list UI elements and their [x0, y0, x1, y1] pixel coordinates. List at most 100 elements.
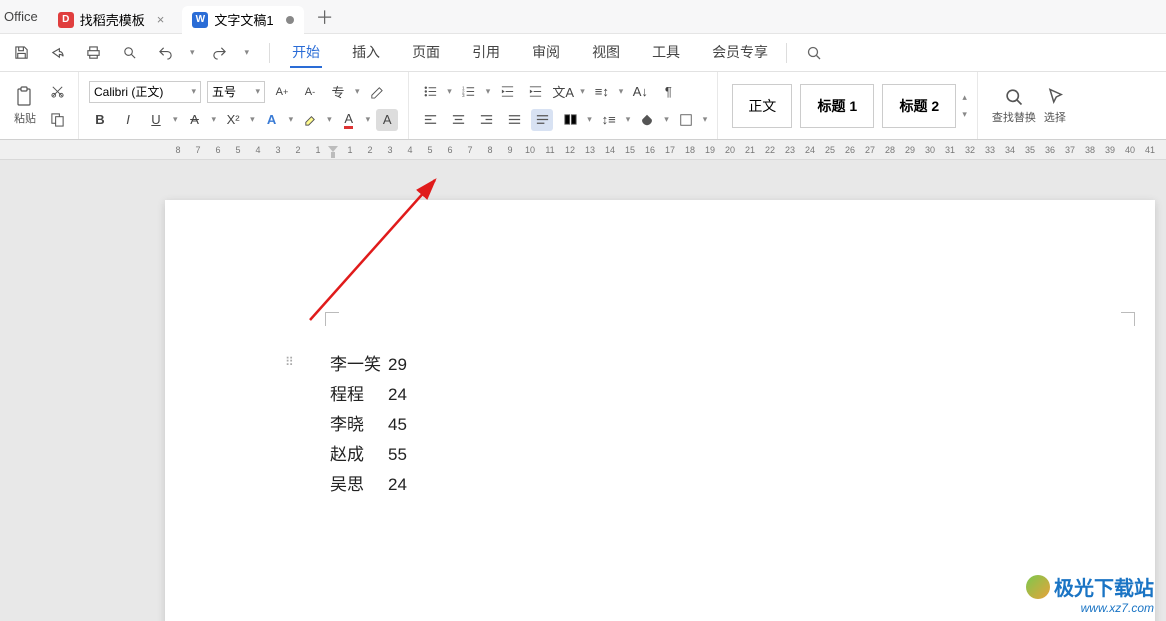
find-replace-label: 查找替换 [992, 109, 1036, 125]
clear-format-icon[interactable] [366, 81, 388, 103]
underline-button[interactable]: U [145, 109, 167, 131]
undo-icon[interactable] [154, 42, 176, 64]
list-item[interactable]: 吴思 24 [330, 470, 407, 500]
ribbon-toolbar: 粘贴 Calibri (正文) ▾ 五号 ▾ A+ A- 专 ▾ [0, 72, 1166, 140]
drag-handle-icon[interactable]: ⠿ [285, 355, 294, 369]
find-replace-button[interactable]: 查找替换 [988, 87, 1040, 125]
numbering-icon[interactable]: 123 [458, 81, 480, 103]
sort-icon[interactable]: A↓ [629, 81, 651, 103]
search-icon [1004, 87, 1024, 107]
margin-corner-icon [325, 312, 339, 326]
indent-marker-icon[interactable] [328, 142, 338, 160]
char-shading-icon[interactable]: A [376, 109, 398, 131]
font-size-select[interactable]: 五号 ▾ [207, 81, 265, 103]
save-icon[interactable] [10, 42, 32, 64]
cut-icon[interactable] [46, 81, 68, 103]
list-item[interactable]: 李一笑 29 [330, 350, 407, 380]
chevron-down-icon[interactable]: ▾ [366, 114, 371, 125]
align-left-icon[interactable] [419, 109, 441, 131]
chevron-down-icon[interactable]: ▾ [327, 114, 332, 125]
print-icon[interactable] [82, 42, 104, 64]
word-tab-icon: W [192, 12, 208, 28]
grow-font-icon[interactable]: A+ [271, 81, 293, 103]
style-normal[interactable]: 正文 [732, 84, 792, 128]
menu-insert[interactable]: 插入 [350, 38, 382, 68]
list-item[interactable]: 赵成 55 [330, 440, 407, 470]
font-name-select[interactable]: Calibri (正文) ▾ [89, 81, 201, 103]
redo-icon[interactable] [209, 42, 231, 64]
tab-document[interactable]: W 文字文稿1 [182, 6, 303, 34]
list-item[interactable]: 程程 24 [330, 380, 407, 410]
chevron-down-icon[interactable]: ▾ [962, 109, 967, 120]
borders-icon[interactable] [675, 109, 697, 131]
person-value: 24 [388, 380, 407, 410]
shading-icon[interactable] [636, 109, 658, 131]
horizontal-ruler[interactable]: 8765432112345678910111213141516171819202… [0, 140, 1166, 160]
chevron-down-icon[interactable]: ▾ [486, 86, 491, 97]
document-page[interactable]: ⠿ 李一笑 29程程 24李晓 45赵成 55吴思 24 [165, 200, 1155, 621]
menu-view[interactable]: 视图 [590, 38, 622, 68]
chevron-down-icon[interactable]: ▾ [664, 114, 669, 125]
chevron-down-icon: ▾ [191, 86, 196, 97]
strikethrough-button[interactable]: A [184, 109, 206, 131]
shrink-font-icon[interactable]: A- [299, 81, 321, 103]
chevron-down-icon[interactable]: ▾ [587, 114, 592, 125]
chevron-down-icon[interactable]: ▾ [619, 86, 624, 97]
style-heading-2[interactable]: 标题 2 [882, 84, 956, 128]
change-case-icon[interactable]: 专 [327, 81, 349, 103]
clipboard-icon [15, 86, 35, 108]
chevron-down-icon[interactable]: ▾ [580, 86, 585, 97]
person-value: 24 [388, 470, 407, 500]
highlight-icon[interactable] [299, 109, 321, 131]
copy-icon[interactable] [46, 109, 68, 131]
chevron-down-icon[interactable]: ▾ [703, 114, 708, 125]
menu-page[interactable]: 页面 [410, 38, 442, 68]
menu-membership[interactable]: 会员专享 [710, 38, 770, 68]
bullets-icon[interactable] [419, 81, 441, 103]
search-icon[interactable] [803, 42, 825, 64]
decrease-indent-icon[interactable] [496, 81, 518, 103]
new-tab-button[interactable]: ＋ [316, 4, 334, 30]
chevron-down-icon[interactable]: ▾ [355, 86, 360, 97]
document-canvas[interactable]: ⠿ 李一笑 29程程 24李晓 45赵成 55吴思 24 极光下载站 www.x… [0, 160, 1166, 621]
menu-review[interactable]: 审阅 [530, 38, 562, 68]
close-icon[interactable]: × [157, 12, 165, 27]
line-spacing-before-icon[interactable]: ≡↕ [591, 81, 613, 103]
chevron-down-icon[interactable]: ▾ [173, 114, 178, 125]
menu-tools[interactable]: 工具 [650, 38, 682, 68]
chevron-down-icon[interactable]: ▾ [250, 114, 255, 125]
bold-button[interactable]: B [89, 109, 111, 131]
select-label: 选择 [1044, 109, 1066, 125]
share-icon[interactable] [46, 42, 68, 64]
print-preview-icon[interactable] [118, 42, 140, 64]
superscript-icon[interactable]: X² [222, 109, 244, 131]
app-name: Office [0, 9, 48, 24]
increase-indent-icon[interactable] [524, 81, 546, 103]
select-button[interactable]: 选择 [1040, 87, 1070, 125]
columns-icon[interactable] [559, 109, 581, 131]
chevron-down-icon[interactable]: ▾ [289, 114, 294, 125]
chevron-down-icon[interactable]: ▾ [212, 114, 217, 125]
text-direction-icon[interactable]: 文A [552, 81, 574, 103]
align-justify-icon[interactable] [503, 109, 525, 131]
chevron-down-icon[interactable]: ▾ [626, 114, 631, 125]
list-item[interactable]: 李晓 45 [330, 410, 407, 440]
menu-references[interactable]: 引用 [470, 38, 502, 68]
align-right-icon[interactable] [475, 109, 497, 131]
align-center-icon[interactable] [447, 109, 469, 131]
tab-templates[interactable]: D 找稻壳模板 × [48, 6, 175, 34]
chevron-down-icon[interactable]: ▾ [190, 47, 195, 58]
document-text-content[interactable]: 李一笑 29程程 24李晓 45赵成 55吴思 24 [330, 350, 407, 500]
align-distribute-icon[interactable] [531, 109, 553, 131]
italic-button[interactable]: I [117, 109, 139, 131]
line-spacing-icon[interactable]: ↕≡ [598, 109, 620, 131]
chevron-down-icon[interactable]: ▾ [245, 47, 250, 58]
text-effects-icon[interactable]: A [261, 109, 283, 131]
menu-start[interactable]: 开始 [290, 38, 322, 68]
chevron-up-icon[interactable]: ▴ [962, 92, 967, 103]
show-marks-icon[interactable]: ¶ [657, 81, 679, 103]
paste-button[interactable]: 粘贴 [10, 86, 40, 126]
style-heading-1[interactable]: 标题 1 [800, 84, 874, 128]
font-color-icon[interactable]: A [338, 109, 360, 131]
chevron-down-icon[interactable]: ▾ [447, 86, 452, 97]
